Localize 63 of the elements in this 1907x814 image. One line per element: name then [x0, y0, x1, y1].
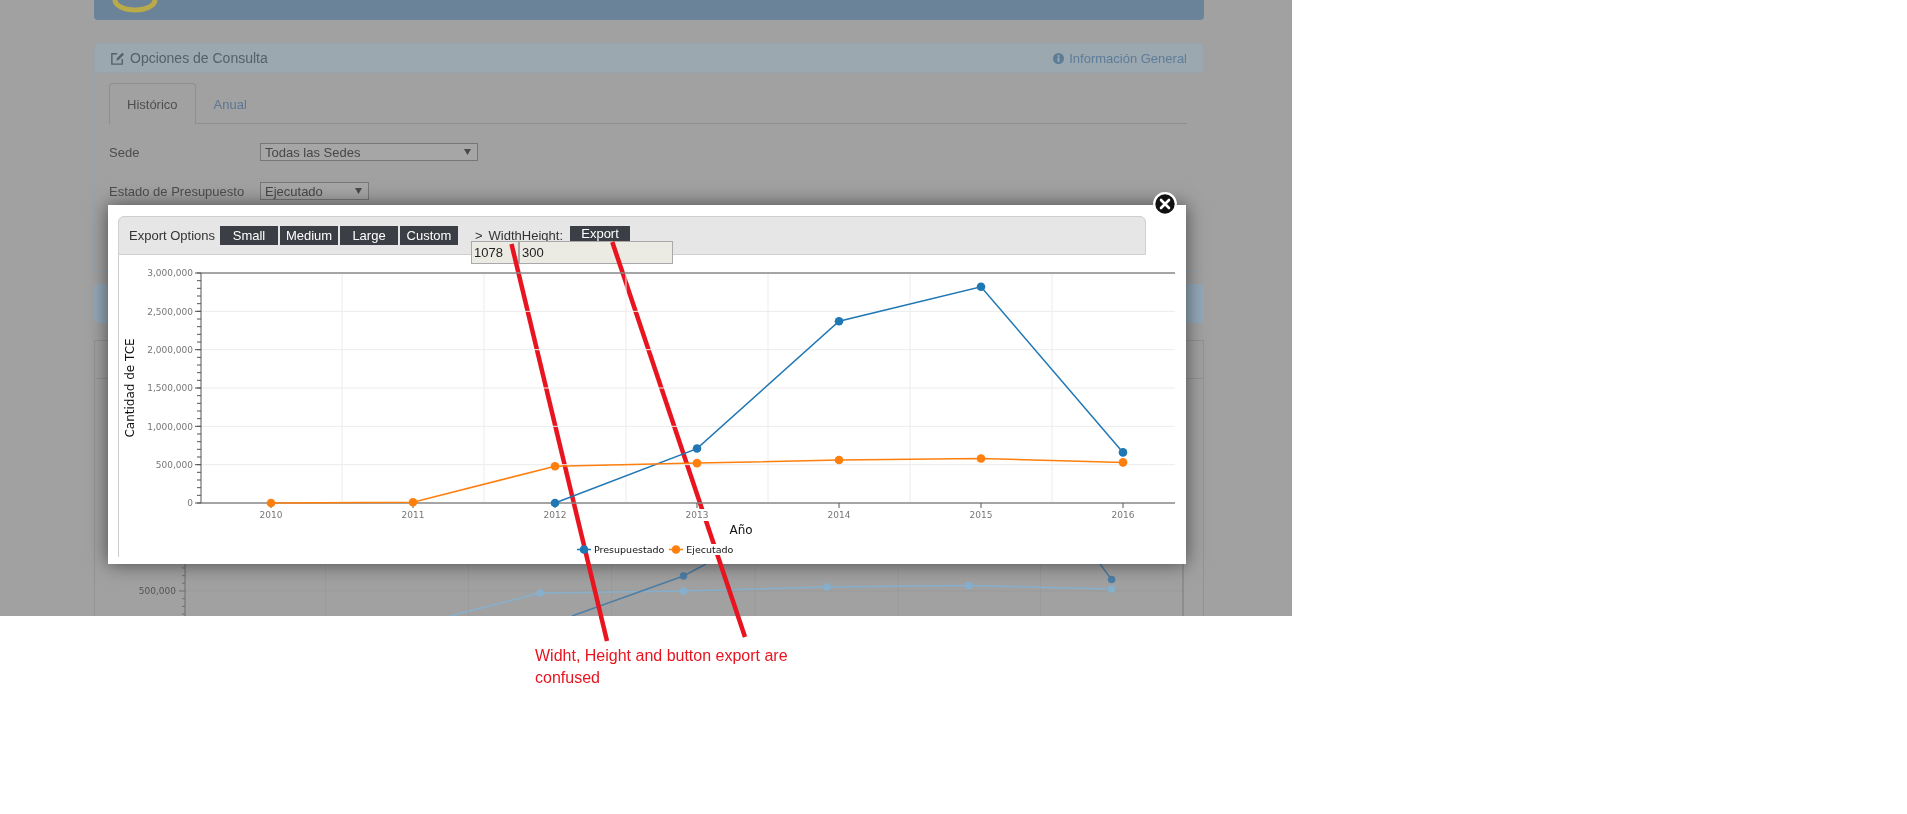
axis-tick-label: 2014: [827, 510, 851, 520]
axis-tick-label: 0: [187, 498, 193, 509]
data-point: [834, 317, 844, 326]
size-button[interactable]: Medium: [280, 226, 338, 245]
chart-point: [679, 587, 688, 595]
legend-label: Ejecutado: [686, 543, 734, 555]
expand-toggle[interactable]: >: [475, 228, 483, 243]
chart-point: [1107, 575, 1116, 584]
axis-tick-label: 3,000,000: [147, 268, 193, 279]
axis-tick-label: 2011: [401, 510, 425, 520]
chart-point: [536, 589, 544, 597]
field-label: Sede: [109, 144, 141, 160]
data-point: [976, 282, 986, 292]
line-marker-icon: [669, 544, 684, 554]
size-button[interactable]: Custom: [400, 226, 458, 245]
info-icon: [1053, 52, 1065, 64]
annotation-text: Widht, Height and button export are confused: [535, 646, 789, 688]
y-axis-title: Cantidad de TCE: [123, 338, 137, 438]
x-axis-title: Año: [729, 523, 753, 537]
axis-tick-label: 2015: [969, 510, 993, 520]
caret-icon: [355, 188, 362, 194]
width-label: Width: [488, 228, 522, 243]
height-input[interactable]: 300: [519, 241, 673, 264]
width-input[interactable]: 1078: [471, 241, 519, 264]
data-point: [1118, 458, 1128, 467]
data-point: [550, 498, 560, 508]
axis-tick-label: 500,000: [138, 586, 176, 596]
size-button[interactable]: Small: [220, 226, 278, 245]
field-label: Estado de Presupuesto: [109, 183, 246, 199]
caret-icon: [464, 149, 471, 155]
data-point: [266, 498, 276, 508]
select-field[interactable]: Todas las Sedes: [260, 143, 478, 161]
chart-point: [679, 572, 688, 580]
axis-tick-label: 2012: [543, 510, 567, 520]
axis-tick-label: 500,000: [155, 459, 193, 470]
ring-icon: [112, 0, 158, 13]
axis-tick-label: 1,000,000: [147, 421, 193, 432]
data-point: [1118, 448, 1128, 457]
height-label: Height:: [521, 228, 564, 243]
axis-tick-label: 2010: [259, 510, 283, 520]
edit-icon: [111, 51, 124, 65]
data-point: [834, 455, 844, 465]
axis-tick-label: 2013: [685, 510, 709, 520]
line-marker-icon: [577, 544, 591, 554]
data-point: [692, 444, 702, 453]
axis-tick-label: 2,000,000: [147, 344, 193, 355]
close-icon[interactable]: [1153, 192, 1177, 216]
data-point: [408, 497, 418, 507]
chart-point: [965, 581, 973, 590]
data-point: [976, 454, 986, 463]
select-field[interactable]: Ejecutado: [260, 182, 369, 200]
axis-tick-label: 2,500,000: [147, 306, 193, 317]
export-options-label: Export Options: [129, 228, 215, 243]
panel-title: Opciones de Consulta: [130, 50, 268, 66]
data-point: [550, 461, 560, 471]
legend-label: Presupuestado: [594, 543, 665, 555]
chart-axis: [178, 563, 186, 616]
data-point: [692, 458, 702, 468]
size-button[interactable]: Large: [340, 226, 398, 245]
chart-point: [823, 583, 831, 591]
axis-tick-label: 1,500,000: [147, 383, 193, 394]
axis-tick-label: 2016: [1111, 510, 1135, 520]
export-button[interactable]: Export: [570, 226, 631, 241]
